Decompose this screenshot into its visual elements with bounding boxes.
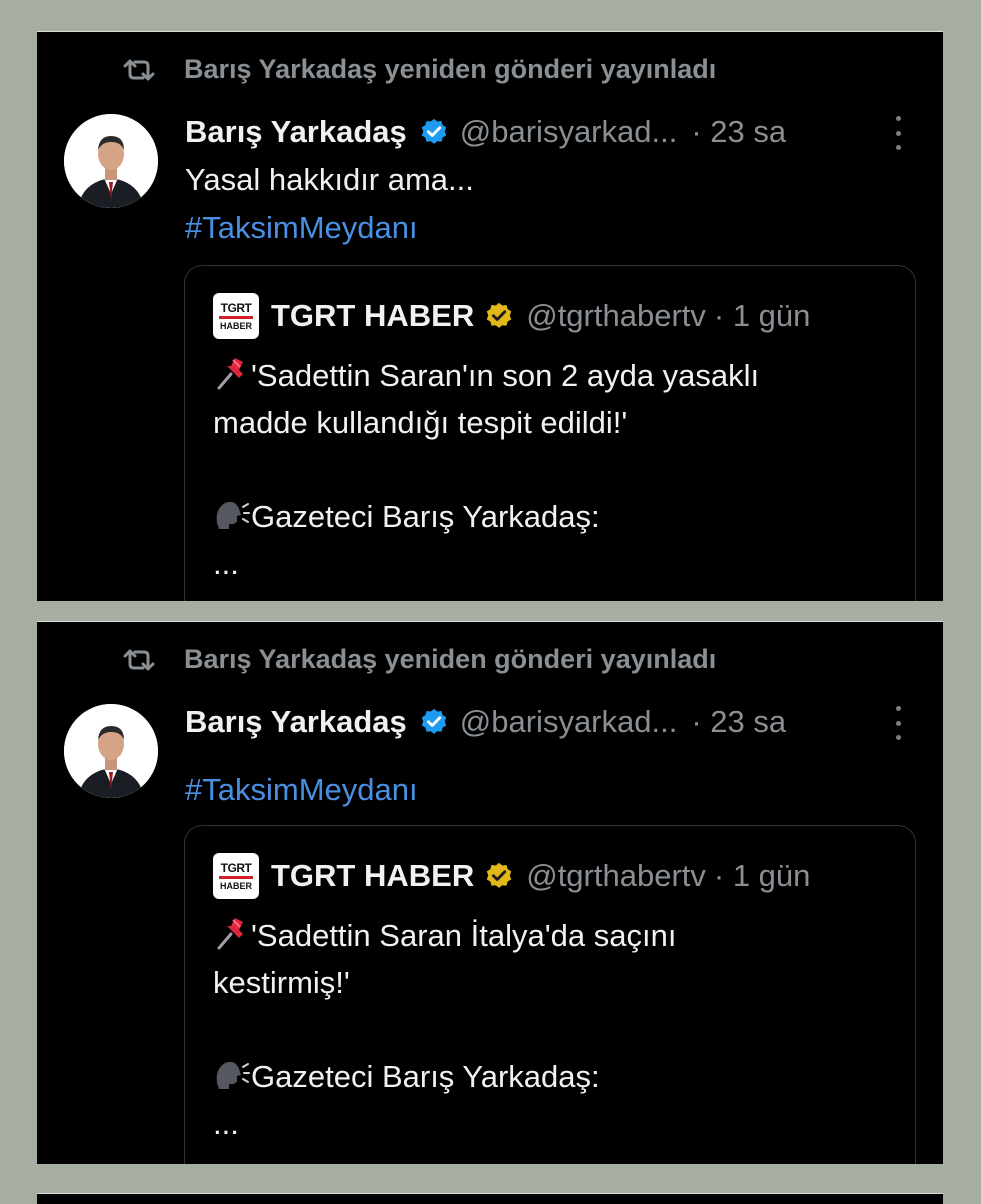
quote-line-1: 'Sadettin Saran'ın son 2 ayda yasaklı bbox=[251, 358, 760, 393]
quote-header: TGRT HABER TGRT HABER @tgrthabertv · 1 g… bbox=[213, 292, 810, 340]
speaking-head-emoji-icon bbox=[216, 1061, 250, 1089]
quote-line-3: Gazeteci Barış Yarkadaş: bbox=[251, 499, 600, 534]
tgrt-logo: TGRT HABER bbox=[213, 853, 259, 899]
post-text: Yasal hakkıdır ama... #TaksimMeydanı bbox=[185, 156, 474, 252]
post-header: Barış Yarkadaş @barisyarkad... · 23 sa bbox=[185, 110, 786, 154]
author-handle[interactable]: @barisyarkad... bbox=[460, 114, 678, 150]
quote-time[interactable]: · 1 gün bbox=[714, 298, 811, 334]
repost-label: Barış Yarkadaş yeniden gönderi yayınladı bbox=[184, 644, 717, 674]
quote-line-2: madde kullandığı tespit edildi!' bbox=[213, 405, 628, 440]
repost-indicator[interactable]: Barış Yarkadaş yeniden gönderi yayınladı bbox=[121, 644, 716, 675]
author-name[interactable]: Barış Yarkadaş bbox=[185, 114, 407, 150]
quote-header: TGRT HABER TGRT HABER @tgrthabertv · 1 g… bbox=[213, 852, 810, 900]
verified-badge-icon bbox=[421, 118, 447, 144]
gold-verified-badge-icon bbox=[486, 862, 512, 888]
quote-time[interactable]: · 1 gün bbox=[714, 858, 811, 894]
quote-line-3: Gazeteci Barış Yarkadaş: bbox=[251, 1059, 600, 1094]
quote-line-2: kestirmiş!' bbox=[213, 965, 350, 1000]
quoted-post[interactable]: TGRT HABER TGRT HABER @tgrthabertv · 1 g… bbox=[184, 825, 916, 1164]
quote-author-handle[interactable]: @tgrthabertv bbox=[526, 858, 706, 894]
repost-icon bbox=[123, 649, 155, 670]
post-body: Yasal hakkıdır ama... bbox=[185, 162, 474, 197]
repost-label: Barış Yarkadaş yeniden gönderi yayınladı bbox=[184, 54, 717, 84]
hashtag-link[interactable]: #TaksimMeydanı bbox=[185, 204, 474, 252]
avatar[interactable] bbox=[64, 704, 158, 798]
repost-indicator[interactable]: Barış Yarkadaş yeniden gönderi yayınladı bbox=[121, 54, 716, 85]
author-name[interactable]: Barış Yarkadaş bbox=[185, 704, 407, 740]
verified-badge-icon bbox=[421, 708, 447, 734]
quote-line-4: ... bbox=[213, 546, 239, 581]
pushpin-emoji-icon bbox=[217, 918, 243, 950]
tgrt-logo: TGRT HABER bbox=[213, 293, 259, 339]
quote-line-4: ... bbox=[213, 1106, 239, 1141]
repost-card-1[interactable]: Barış Yarkadaş yeniden gönderi yayınladı… bbox=[37, 31, 943, 601]
quote-author-name[interactable]: TGRT HABER bbox=[271, 858, 474, 894]
quote-text: 'Sadettin Saran İtalya'da saçını kestirm… bbox=[213, 912, 676, 1147]
speaking-head-emoji-icon bbox=[216, 501, 250, 529]
post-header: Barış Yarkadaş @barisyarkad... · 23 sa bbox=[185, 700, 786, 744]
more-options-icon[interactable] bbox=[883, 116, 913, 150]
repost-card-2[interactable]: Barış Yarkadaş yeniden gönderi yayınladı… bbox=[37, 621, 943, 1164]
post-time[interactable]: · 23 sa bbox=[691, 704, 786, 740]
post-text: #TaksimMeydanı bbox=[185, 766, 418, 814]
repost-icon bbox=[123, 59, 155, 80]
more-options-icon[interactable] bbox=[883, 706, 913, 740]
avatar[interactable] bbox=[64, 114, 158, 208]
quoted-post[interactable]: TGRT HABER TGRT HABER @tgrthabertv · 1 g… bbox=[184, 265, 916, 601]
author-handle[interactable]: @barisyarkad... bbox=[460, 704, 678, 740]
pushpin-emoji-icon bbox=[217, 358, 243, 390]
post-time[interactable]: · 23 sa bbox=[691, 114, 786, 150]
hashtag-link[interactable]: #TaksimMeydanı bbox=[185, 766, 418, 814]
quote-line-1: 'Sadettin Saran İtalya'da saçını bbox=[251, 918, 677, 953]
quote-author-name[interactable]: TGRT HABER bbox=[271, 298, 474, 334]
quote-author-handle[interactable]: @tgrthabertv bbox=[526, 298, 706, 334]
avatar-photo bbox=[64, 114, 158, 208]
avatar-photo bbox=[64, 704, 158, 798]
quote-text: 'Sadettin Saran'ın son 2 ayda yasaklı ma… bbox=[213, 352, 759, 587]
gold-verified-badge-icon bbox=[486, 302, 512, 328]
